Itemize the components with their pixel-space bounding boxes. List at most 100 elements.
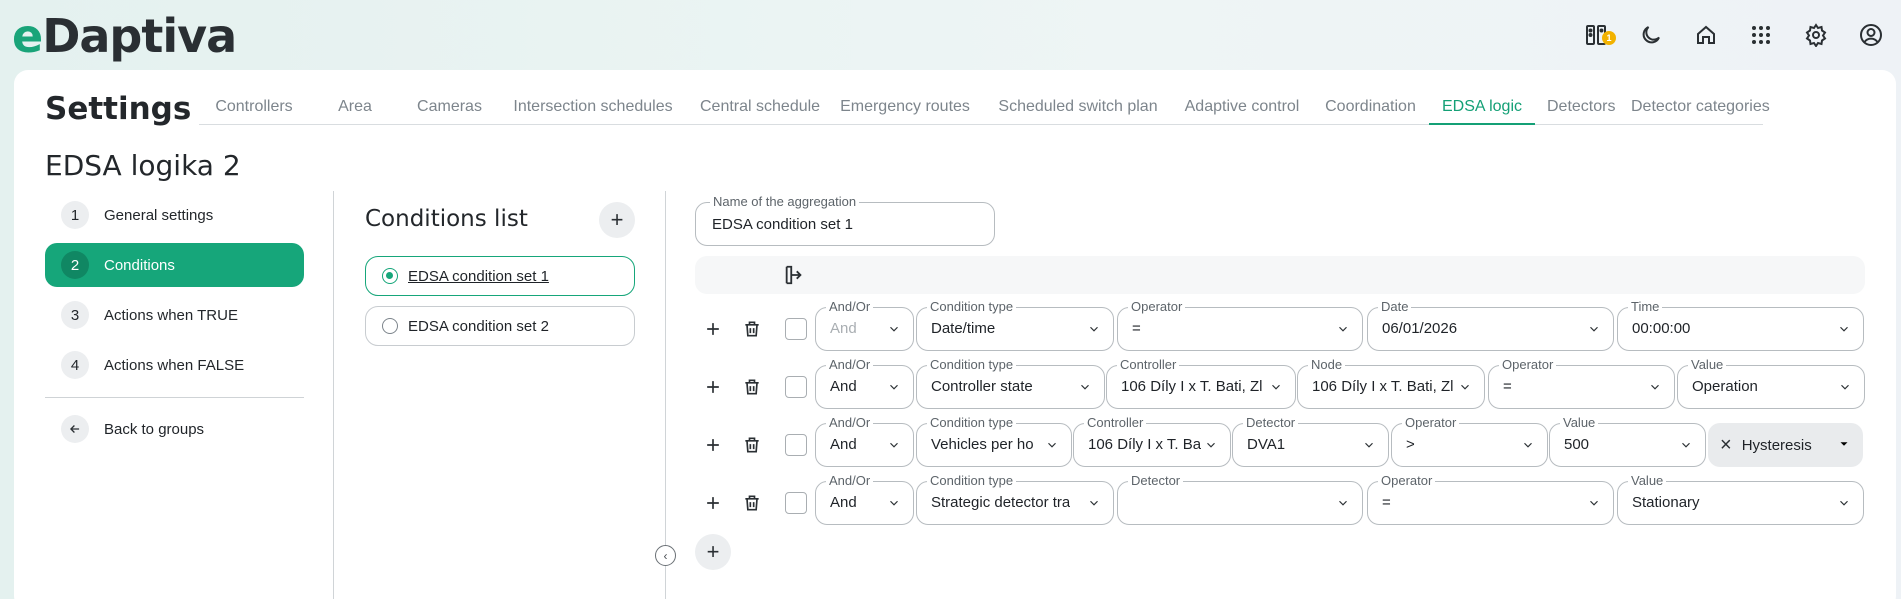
traffic-lights-icon[interactable]: 1 <box>1582 21 1616 49</box>
add-subcondition-button[interactable] <box>701 375 725 399</box>
plus-icon: + <box>706 539 720 564</box>
field-and-or[interactable]: And/Or And <box>815 357 914 409</box>
field-value[interactable]: Value Stationary <box>1617 473 1864 525</box>
field-time[interactable]: Time 00:00:00 <box>1617 299 1864 351</box>
plus-icon <box>707 323 719 335</box>
tab-intersection-schedules[interactable]: Intersection schedules <box>498 91 688 125</box>
tab-central-schedule[interactable]: Central schedule <box>688 91 826 125</box>
add-condition-set-button[interactable]: + <box>599 202 635 238</box>
field-label: Condition type <box>927 473 1017 488</box>
field-operator[interactable]: Operator = <box>1488 357 1675 409</box>
field-label: Condition type <box>927 415 1017 430</box>
row-checkbox[interactable] <box>785 492 807 514</box>
tab-area[interactable]: Area <box>309 91 401 125</box>
field-label: Controller <box>1117 357 1180 372</box>
radio-selected[interactable] <box>382 268 398 284</box>
condition-set-item[interactable]: EDSA condition set 2 <box>365 306 635 346</box>
steps-sidebar: 1 General settings 2 Conditions 3 Actions w… <box>45 193 304 448</box>
row-checkbox[interactable] <box>785 434 807 456</box>
field-node[interactable]: Node 106 Díly I x T. Bati, Zl <box>1297 357 1485 409</box>
field-value[interactable]: Value Operation <box>1677 357 1865 409</box>
field-controller[interactable]: Controller 106 Díly I x T. Bati, Zl <box>1106 357 1296 409</box>
add-subcondition-button[interactable] <box>701 317 725 341</box>
logo[interactable]: eDaptiva <box>12 10 237 62</box>
collapse-panel-button[interactable]: ‹ <box>655 545 676 566</box>
field-label: Value <box>1628 473 1667 488</box>
field-label: Controller <box>1084 415 1147 430</box>
tab-detector-categories[interactable]: Detector categories <box>1619 91 1770 125</box>
tab-edsa-logic[interactable]: EDSA logic <box>1429 91 1535 125</box>
hysteresis-toggle[interactable]: × Hysteresis <box>1708 423 1863 467</box>
tab-scheduled-switch-plan[interactable]: Scheduled switch plan <box>984 91 1172 125</box>
chevron-down-icon <box>1521 438 1535 452</box>
field-date[interactable]: Date 06/01/2026 <box>1367 299 1614 351</box>
close-icon[interactable]: × <box>1720 434 1732 457</box>
field-and-or[interactable]: And/Or And <box>815 299 914 351</box>
delete-row-button[interactable] <box>740 491 764 515</box>
field-and-or[interactable]: And/Or And <box>815 473 914 525</box>
radio[interactable] <box>382 318 398 334</box>
chevron-down-icon <box>887 322 901 336</box>
gear-icon[interactable] <box>1802 21 1830 49</box>
delete-row-button[interactable] <box>740 375 764 399</box>
settings-title: Settings <box>45 91 192 127</box>
row-checkbox[interactable] <box>785 318 807 340</box>
chevron-down-icon <box>1269 380 1283 394</box>
field-value: = <box>1132 320 1141 337</box>
trash-icon <box>745 321 759 337</box>
field-condition-type[interactable]: Condition type Strategic detector tra <box>916 473 1114 525</box>
delete-row-button[interactable] <box>740 433 764 457</box>
condition-set-item[interactable]: EDSA condition set 1 <box>365 256 635 296</box>
add-subcondition-button[interactable] <box>701 433 725 457</box>
moon-icon[interactable] <box>1637 21 1665 49</box>
tab-detectors[interactable]: Detectors <box>1535 91 1619 125</box>
field-condition-type[interactable]: Condition type Controller state <box>916 357 1105 409</box>
field-operator[interactable]: Operator = <box>1117 299 1363 351</box>
back-to-groups-button[interactable]: Back to groups <box>45 410 304 448</box>
field-condition-type[interactable]: Condition type Date/time <box>916 299 1114 351</box>
group-toolbar <box>695 256 1865 294</box>
branch-icon[interactable] <box>783 264 805 286</box>
tab-adaptive-control[interactable]: Adaptive control <box>1172 91 1312 125</box>
condition-set-label: EDSA condition set 2 <box>408 317 549 335</box>
field-operator[interactable]: Operator = <box>1367 473 1614 525</box>
notification-badge: 1 <box>1602 31 1616 45</box>
field-controller[interactable]: Controller 106 Díly I x T. Ba <box>1073 415 1231 467</box>
tab-coordination[interactable]: Coordination <box>1312 91 1429 125</box>
field-detector[interactable]: Detector <box>1117 473 1363 525</box>
user-icon[interactable] <box>1857 21 1885 49</box>
field-value[interactable]: Value 500 <box>1549 415 1706 467</box>
aggregation-name-field[interactable]: Name of the aggregation EDSA condition s… <box>695 194 995 246</box>
chevron-down-icon <box>887 380 901 394</box>
chevron-down-icon <box>1837 496 1851 510</box>
chevron-down-icon <box>887 438 901 452</box>
step-actions-true[interactable]: 3 Actions when TRUE <box>45 293 304 337</box>
field-value: 106 Díly I x T. Bati, Zl <box>1121 378 1263 395</box>
field-and-or[interactable]: And/Or And <box>815 415 914 467</box>
step-label: General settings <box>104 206 214 224</box>
field-condition-type[interactable]: Condition type Vehicles per ho <box>916 415 1072 467</box>
step-general-settings[interactable]: 1 General settings <box>45 193 304 237</box>
tab-controllers[interactable]: Controllers <box>199 91 309 125</box>
tab-cameras[interactable]: Cameras <box>401 91 498 125</box>
plus-icon: + <box>610 207 624 232</box>
chevron-down-icon <box>1648 380 1662 394</box>
home-icon[interactable] <box>1692 21 1720 49</box>
apps-grid-icon[interactable] <box>1747 21 1775 49</box>
field-value: Strategic detector tra <box>931 494 1071 511</box>
field-value: And <box>830 436 857 453</box>
field-value: Vehicles per ho <box>931 436 1034 453</box>
field-label: Node <box>1308 357 1346 372</box>
tab-emergency-routes[interactable]: Emergency routes <box>826 91 984 125</box>
step-actions-false[interactable]: 4 Actions when FALSE <box>45 343 304 387</box>
delete-row-button[interactable] <box>740 317 764 341</box>
add-condition-row-button[interactable]: + <box>695 534 731 570</box>
field-value: And <box>830 320 857 337</box>
add-subcondition-button[interactable] <box>701 491 725 515</box>
step-conditions[interactable]: 2 Conditions <box>45 243 304 287</box>
field-operator[interactable]: Operator > <box>1391 415 1548 467</box>
field-value: DVA1 <box>1247 436 1286 453</box>
row-checkbox[interactable] <box>785 376 807 398</box>
field-value: = <box>1382 494 1391 511</box>
field-detector[interactable]: Detector DVA1 <box>1232 415 1389 467</box>
